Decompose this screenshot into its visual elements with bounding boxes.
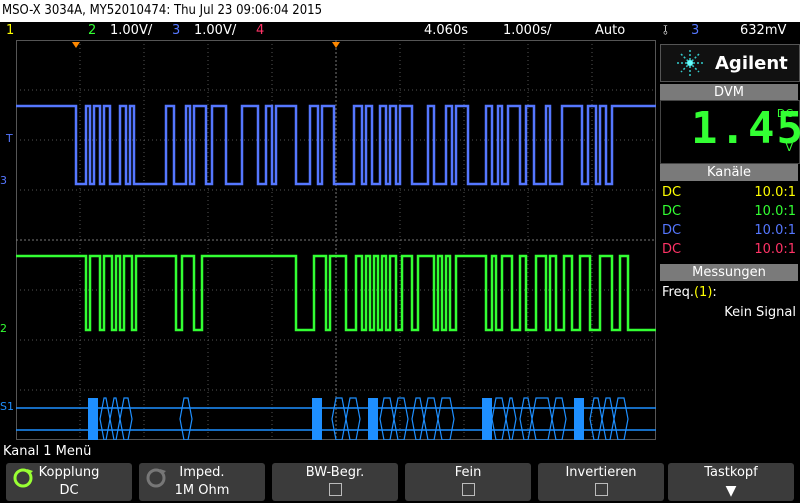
softkey-coupling[interactable]: Kopplung DC [6,463,132,501]
ch4-label[interactable]: 4 [256,22,264,40]
channels-header: Kanäle [660,164,798,181]
trigger-level-marker[interactable]: T [6,132,13,145]
softkey-invert-label: Invertieren [565,465,637,480]
channel-markers: T 3 2 S1 [0,40,16,440]
ch1-coupling: DC [662,185,682,200]
title-bar: MSO-X 3034A, MY52010474: Thu Jul 23 09:0… [0,0,800,22]
channel-row-4[interactable]: DC 10.0:1 [662,240,796,259]
channel-row-1[interactable]: DC 10.0:1 [662,183,796,202]
channel-status-bar: 1 2 1.00V/ 3 1.00V/ 4 4.060s 1.000s/ Aut… [0,22,800,40]
window-title: MSO-X 3034A, MY52010474: Thu Jul 23 09:0… [2,3,323,18]
fine-checkbox[interactable] [461,483,475,496]
logo-text: Agilent [715,53,788,74]
ch2-probe: 10.0:1 [754,204,796,219]
menu-title-bar: Kanal 1 Menü [0,443,800,461]
ch4-coupling: DC [662,242,682,257]
ch3-ground-marker[interactable]: 3 [0,174,7,187]
softkey-bar: Kopplung DC Imped. 1M Ohm BW-Begr. Fein … [0,461,800,503]
measurement-label[interactable]: Freq.(1): [662,285,796,300]
ch4-probe: 10.0:1 [754,242,796,257]
ch3-coupling: DC [662,223,682,238]
down-arrow-icon: ▼ [725,483,737,499]
dvm-unit: V [785,141,793,154]
measurements-header: Messungen [660,264,798,281]
softkey-fine[interactable]: Fein [405,463,531,501]
softkey-coupling-label: Kopplung [38,465,100,480]
graticule-grid [16,40,656,440]
time-position: 4.060s [424,23,468,38]
ch2-ground-marker[interactable]: 2 [0,322,7,335]
ch2-coupling: DC [662,204,682,219]
trigger-mode: Auto [595,23,626,38]
ch3-label[interactable]: 3 [172,22,180,40]
softkey-bw-limit-label: BW-Begr. [305,465,365,480]
dvm-readout: 1.45 DC V [660,100,800,164]
time-scale: 1.000s/ [503,23,552,38]
softkey-bw-limit[interactable]: BW-Begr. [272,463,398,501]
softkey-fine-label: Fein [454,465,482,480]
right-sidebar: Agilent DVM 1.45 DC V Kanäle DC 10.0:1 D… [658,40,800,443]
edge-trigger-icon: ⫱ [663,23,668,38]
dvm-mode: DC [776,107,793,120]
softkey-coupling-value: DC [59,483,79,498]
trigger-position-marker [332,42,340,48]
bw-limit-checkbox[interactable] [328,483,342,496]
invert-checkbox[interactable] [594,483,608,496]
softkey-impedance-label: Imped. [179,465,225,480]
softkey-impedance[interactable]: Imped. 1M Ohm [139,463,265,501]
measurement-colon: : [712,285,717,300]
waveform-display[interactable] [16,40,656,440]
measurement-value: Kein Signal [724,305,796,320]
ch2-scale: 1.00V/ [110,23,153,38]
softkey-probe[interactable]: Tastkopf ▼ [668,463,794,501]
dvm-header: DVM [660,84,798,101]
agilent-logo: Agilent [660,44,800,82]
softkey-probe-label: Tastkopf [704,465,758,480]
ch1-probe: 10.0:1 [754,185,796,200]
measurement-channel: (1) [693,285,713,300]
time-reference-marker [72,42,80,48]
ch2-label[interactable]: 2 [88,22,96,40]
trigger-level: 632mV [740,23,787,38]
measurement-type: Freq. [662,285,694,300]
softkey-impedance-value: 1M Ohm [174,483,230,498]
serial-bus-marker[interactable]: S1 [0,400,14,413]
agilent-spark-icon [677,50,703,76]
ch1-label[interactable]: 1 [6,22,14,40]
channel-row-2[interactable]: DC 10.0:1 [662,202,796,221]
softkey-invert[interactable]: Invertieren [538,463,664,501]
ch3-scale: 1.00V/ [194,23,237,38]
channel-row-3[interactable]: DC 10.0:1 [662,221,796,240]
ch3-probe: 10.0:1 [754,223,796,238]
menu-title: Kanal 1 Menü [3,444,92,459]
trigger-channel: 3 [691,23,700,38]
